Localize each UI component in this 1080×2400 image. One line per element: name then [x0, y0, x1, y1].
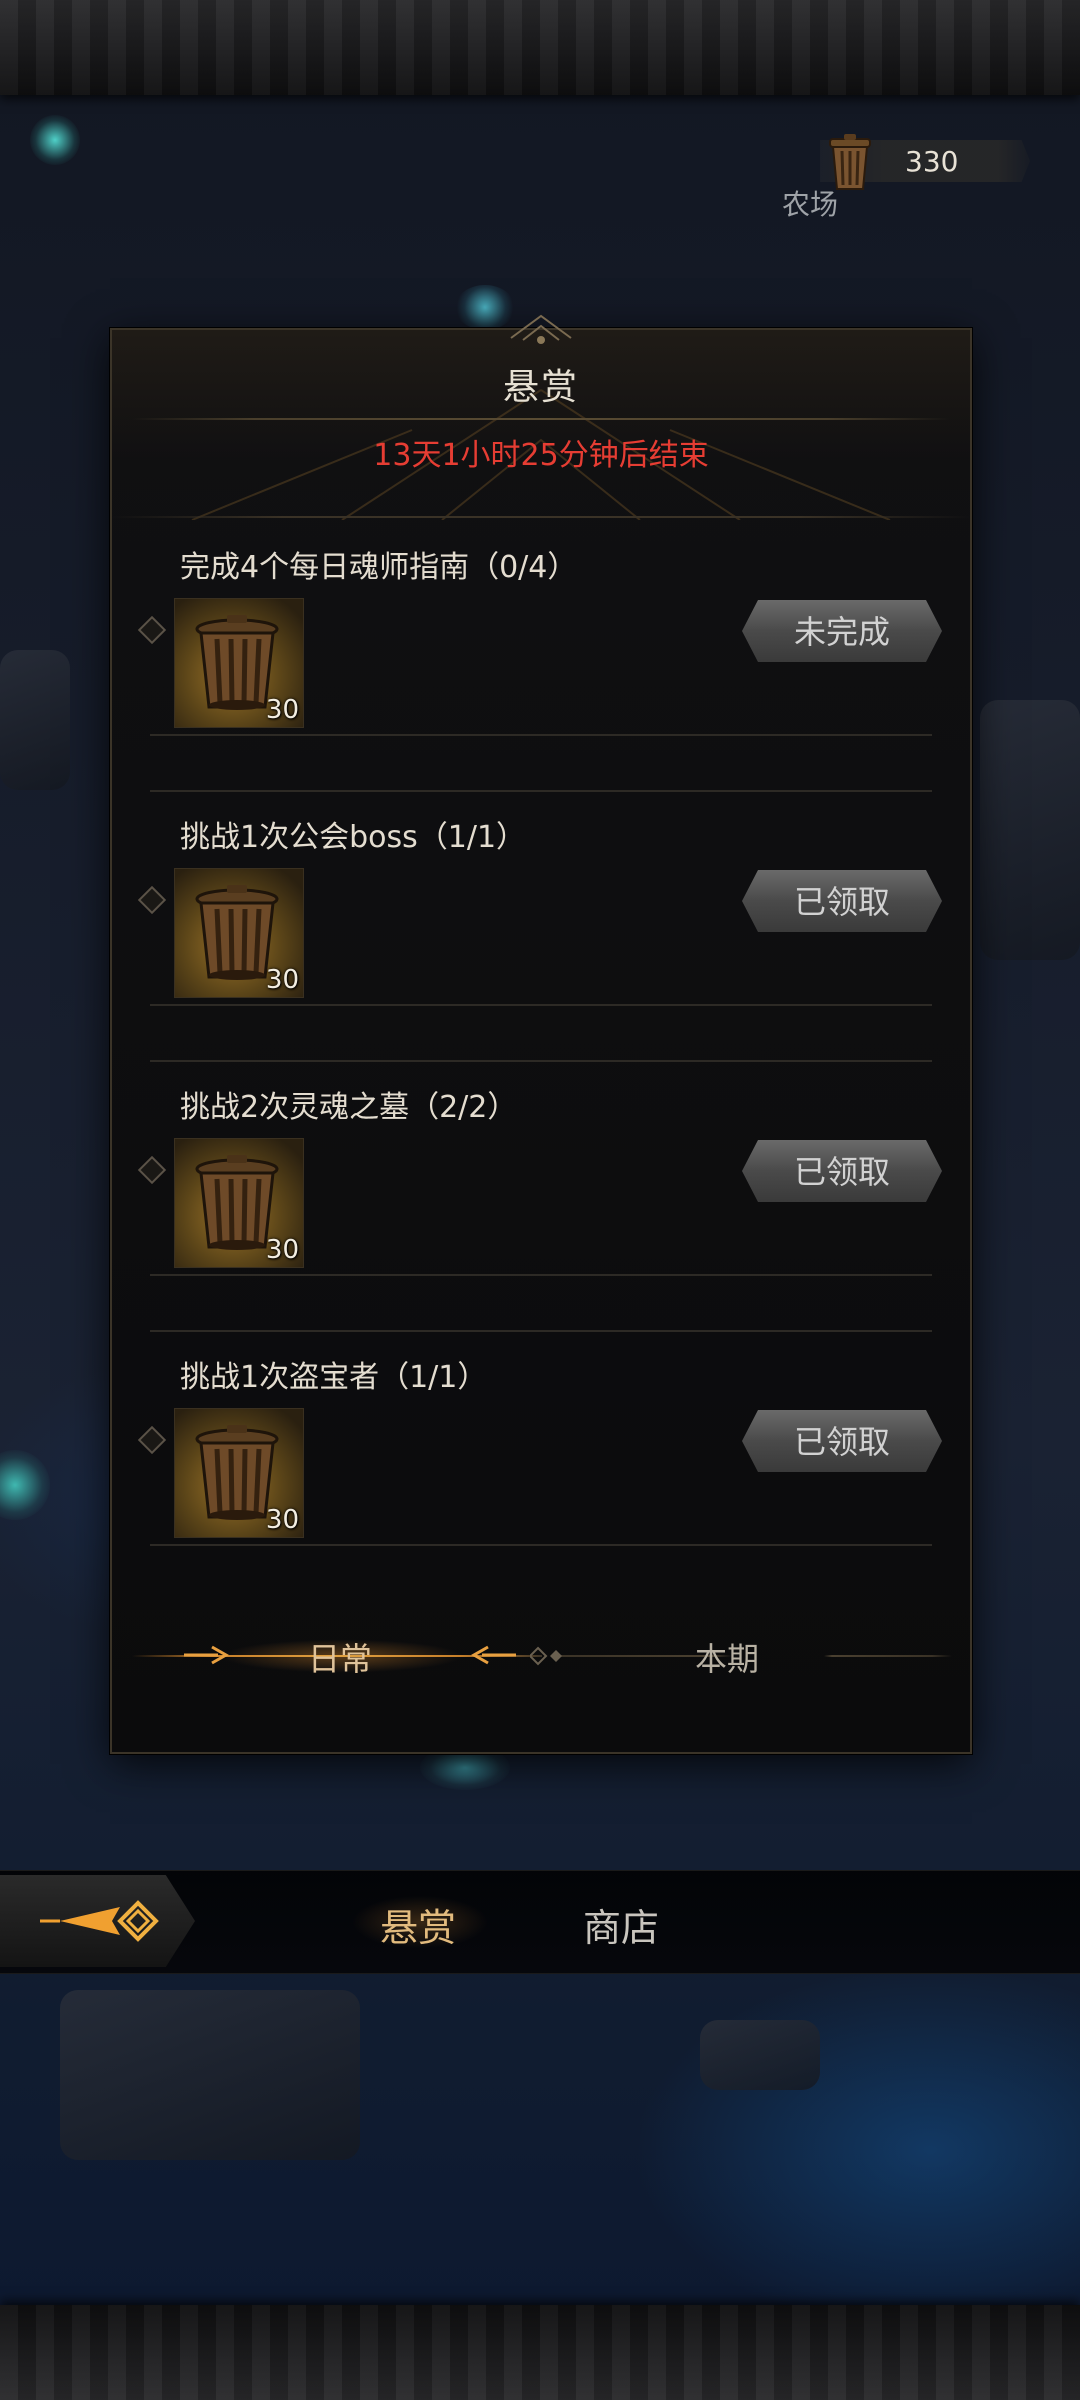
divider: [150, 1544, 932, 1546]
back-button[interactable]: [0, 1875, 195, 1967]
quest-title: 挑战2次灵魂之墓（2/2）: [180, 1090, 518, 1125]
quest-item: 挑战1次盗宝者（1/1） 30 已领取: [112, 1330, 970, 1602]
background-rock: [0, 650, 70, 790]
period-tabs: 日常 本期: [112, 1620, 970, 1690]
divider: [150, 1330, 932, 1332]
tab-period[interactable]: 本期: [695, 1634, 759, 1680]
nav-tab-shop[interactable]: 商店: [583, 1897, 659, 1952]
area-label: 农场: [782, 188, 839, 221]
back-arrow-icon: [40, 1900, 159, 1942]
background-rock: [980, 700, 1080, 960]
reward-slot[interactable]: 30: [174, 1408, 304, 1538]
background-rock: [700, 2020, 820, 2090]
bullet-diamond-icon: [137, 1155, 167, 1185]
bottom-stone-border: [0, 2305, 1080, 2400]
top-stone-border: [0, 0, 1080, 95]
reward-count: 30: [265, 695, 299, 725]
divider: [150, 1060, 932, 1062]
glowing-lantern-icon: [455, 285, 515, 330]
tab-daily[interactable]: 日常: [308, 1634, 372, 1680]
currency-amount: 330: [905, 145, 959, 178]
bullet-diamond-icon: [137, 1425, 167, 1455]
reward-slot[interactable]: 30: [174, 1138, 304, 1268]
divider: [150, 790, 932, 792]
quest-status-button[interactable]: 已领取: [742, 870, 942, 932]
reward-slot[interactable]: 30: [174, 598, 304, 728]
countdown-timer: 13天1小时25分钟后结束: [373, 438, 709, 473]
glowing-lantern-icon: [30, 115, 80, 165]
reward-count: 30: [265, 1235, 299, 1265]
background-rock: [60, 1990, 360, 2160]
divider: [112, 516, 970, 518]
divider: [150, 1274, 932, 1276]
divider: [132, 418, 950, 420]
quest-title: 完成4个每日魂师指南（0/4）: [180, 550, 578, 585]
divider: [150, 1004, 932, 1006]
nav-tab-bounty[interactable]: 悬赏: [380, 1897, 456, 1952]
quest-status-button[interactable]: 已领取: [742, 1410, 942, 1472]
quest-title: 挑战1次公会boss（1/1）: [180, 820, 527, 855]
arrow-right-icon: [184, 1645, 230, 1665]
quest-title: 挑战1次盗宝者（1/1）: [180, 1360, 488, 1395]
quest-status-button[interactable]: 未完成: [742, 600, 942, 662]
game-scene: 330 农场 悬赏 13天1小时25分钟后结束 完成4个每日魂师指南（0/4） …: [0, 0, 1080, 2400]
bounty-panel: 悬赏 13天1小时25分钟后结束 完成4个每日魂师指南（0/4） 30 未完成 …: [110, 314, 972, 1754]
glowing-lantern-icon: [0, 1450, 50, 1520]
reward-count: 30: [265, 1505, 299, 1535]
panel-header: 悬赏 13天1小时25分钟后结束: [112, 330, 970, 520]
quest-item: 挑战2次灵魂之墓（2/2） 30 已领取: [112, 1060, 970, 1332]
reward-count: 30: [265, 965, 299, 995]
bullet-diamond-icon: [137, 885, 167, 915]
bullet-diamond-icon: [137, 615, 167, 645]
quest-item: 完成4个每日魂师指南（0/4） 30 未完成: [112, 520, 970, 792]
panel-title: 悬赏: [502, 367, 579, 408]
quest-status-button[interactable]: 已领取: [742, 1140, 942, 1202]
quest-item: 挑战1次公会boss（1/1） 30 已领取: [112, 790, 970, 1062]
reward-slot[interactable]: 30: [174, 868, 304, 998]
diamond-separator-icon: [530, 1646, 562, 1666]
bottom-nav: 悬赏 商店: [0, 1870, 1080, 1974]
divider: [150, 734, 932, 736]
crest-ornament-icon: [510, 314, 572, 344]
arrow-left-icon: [470, 1645, 516, 1665]
